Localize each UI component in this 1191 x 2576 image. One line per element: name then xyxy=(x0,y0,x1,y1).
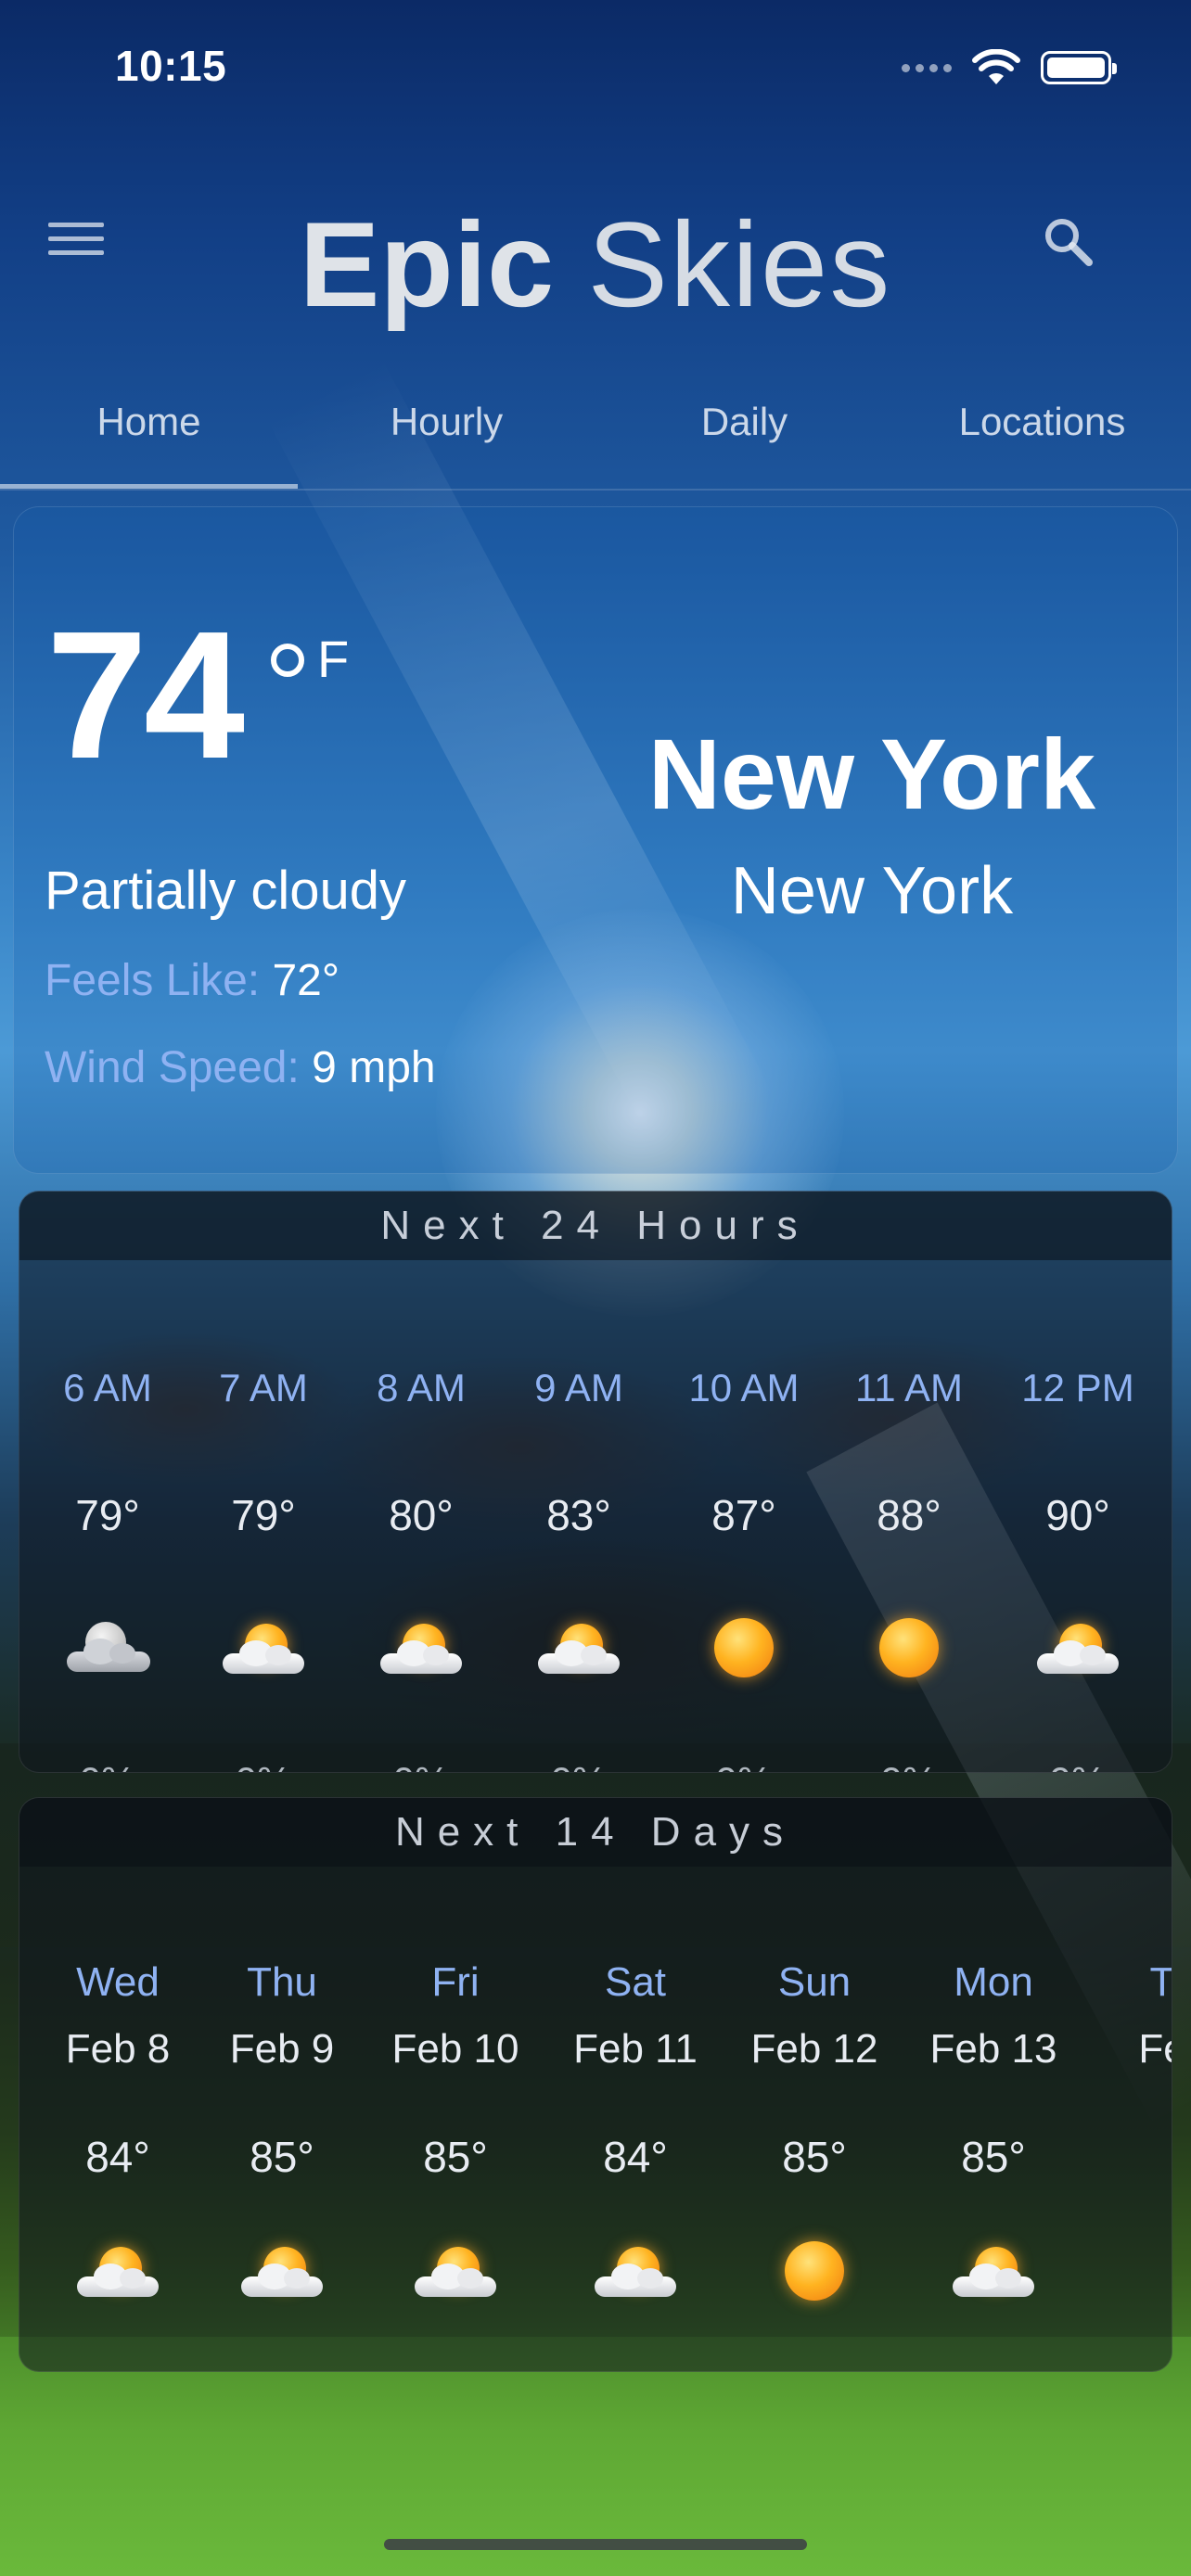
sun-icon xyxy=(768,2239,861,2304)
daily-precip: 0% xyxy=(363,2366,548,2371)
daily-day: Wed xyxy=(76,1959,160,2005)
tab-hourly[interactable]: Hourly xyxy=(298,389,596,491)
search-icon[interactable] xyxy=(1039,213,1098,273)
status-icons xyxy=(902,46,1124,89)
sun-cloud-icon xyxy=(236,2239,328,2304)
daily-precip: 0% xyxy=(901,2366,1086,2371)
daily-day: Fri xyxy=(431,1959,480,2005)
tab-divider xyxy=(0,489,1191,491)
daily-day: Sat xyxy=(604,1959,667,2005)
daily-temp: 85° xyxy=(782,2133,847,2181)
degree-symbol xyxy=(271,644,304,677)
current-temperature: 74 xyxy=(46,593,245,797)
app-title-light: Skies xyxy=(587,197,892,332)
daily-day: Mon xyxy=(954,1959,1033,2005)
feels-like-value: 72° xyxy=(272,956,340,1005)
sun-icon xyxy=(698,1616,790,1681)
daily-day: T xyxy=(1149,1959,1172,2005)
daily-precip: 0% xyxy=(189,2366,375,2371)
battery-icon xyxy=(1041,51,1117,84)
hourly-precip: 9% xyxy=(985,1759,1171,1772)
app-title: Epic Skies xyxy=(0,195,1191,334)
tab-home[interactable]: Home xyxy=(0,389,298,491)
hourly-precip: 9% xyxy=(816,1759,1002,1772)
temperature-unit: F xyxy=(271,627,349,692)
hourly-time: 12 PM xyxy=(1021,1366,1134,1409)
daily-date: Feb 8 xyxy=(65,2026,171,2072)
daily-precip: 0% xyxy=(722,2366,907,2371)
sun-cloud-icon xyxy=(947,2239,1040,2304)
hourly-temp: 90° xyxy=(1045,1491,1110,1539)
daily-temp: 84° xyxy=(85,2133,150,2181)
sun-cloud-icon xyxy=(71,2239,164,2304)
daily-date: Feb 11 xyxy=(573,2026,698,2072)
condition-text: Partially cloudy xyxy=(45,861,407,921)
sun-icon xyxy=(863,1616,955,1681)
hourly-temp: 87° xyxy=(711,1491,776,1539)
sun-cloud-icon xyxy=(217,1616,310,1681)
hourly-precip: 9% xyxy=(651,1759,837,1772)
wind-speed: Wind Speed: 9 mph xyxy=(45,1040,436,1096)
status-time: 10:15 xyxy=(115,42,227,90)
daily-temp: 84° xyxy=(603,2133,668,2181)
hourly-time: 10 AM xyxy=(688,1366,800,1409)
daily-temp: 85° xyxy=(423,2133,488,2181)
feels-like-label: Feels Like: xyxy=(45,956,261,1005)
unit-label: F xyxy=(317,630,350,688)
daily-date: Feb 9 xyxy=(229,2026,335,2072)
tab-locations[interactable]: Locations xyxy=(893,389,1191,491)
daily-temp: 85° xyxy=(250,2133,314,2181)
tab-bar: Home Hourly Daily Locations xyxy=(0,389,1191,491)
daily-temp: 85° xyxy=(961,2133,1026,2181)
hourly-temp: 88° xyxy=(877,1491,941,1539)
daily-panel-title: Next 14 Days xyxy=(19,1798,1172,1867)
wind-speed-label: Wind Speed: xyxy=(45,1043,300,1092)
sun-cloud-icon xyxy=(1031,1616,1124,1681)
daily-date: Feb 13 xyxy=(929,2026,1057,2072)
app-title-bold: Epic xyxy=(299,197,555,332)
hourly-time: 9 AM xyxy=(534,1366,623,1409)
sun-cloud-icon xyxy=(532,1616,625,1681)
hourly-panel-title: Next 24 Hours xyxy=(19,1192,1172,1260)
sun-cloud-icon xyxy=(375,1616,467,1681)
state-name: New York xyxy=(730,854,1014,928)
sun-cloud-icon xyxy=(409,2239,502,2304)
daily-date: Fe xyxy=(1138,2026,1172,2072)
daily-date: Feb 12 xyxy=(750,2026,878,2072)
daily-precip: 0% xyxy=(25,2366,211,2371)
hourly-temp: 83° xyxy=(546,1491,611,1539)
signal-icon xyxy=(902,63,952,72)
home-indicator xyxy=(384,2539,807,2550)
daily-precip: 0% xyxy=(543,2366,728,2371)
hourly-precip: 0% xyxy=(486,1759,672,1772)
hourly-forecast-panel[interactable]: Next 24 Hours 6 AM79°0%7 AM79°0%8 AM80°0… xyxy=(19,1191,1172,1773)
city-name: New York xyxy=(647,718,1096,830)
moon-cloud-icon xyxy=(61,1616,154,1681)
sun-cloud-icon xyxy=(589,2239,682,2304)
daily-day: Thu xyxy=(247,1959,317,2005)
daily-forecast-panel[interactable]: Next 14 Days Wed Feb 8 84° 0% Thu Feb 9 85° 0% F… xyxy=(19,1797,1172,2372)
hourly-time: 11 AM xyxy=(855,1366,963,1409)
tab-daily[interactable]: Daily xyxy=(596,389,893,491)
wifi-icon xyxy=(972,49,1020,84)
daily-day: Sun xyxy=(777,1959,852,2005)
feels-like: Feels Like: 72° xyxy=(45,953,339,1009)
daily-date: Feb 10 xyxy=(391,2026,519,2072)
wind-speed-value: 9 mph xyxy=(312,1043,436,1092)
